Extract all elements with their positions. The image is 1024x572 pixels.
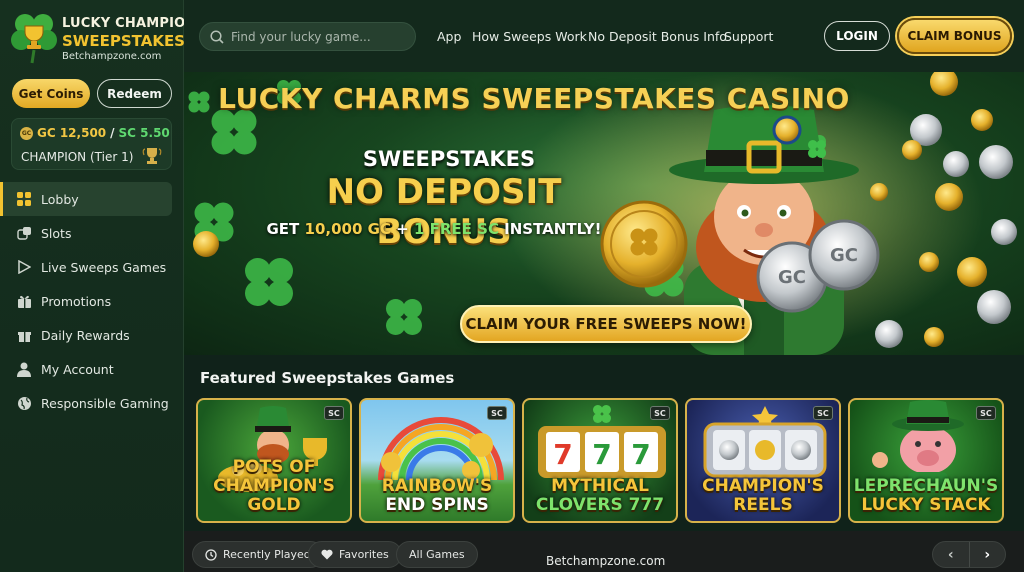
nav-link-how-sweeps-work[interactable]: How Sweeps Work <box>472 29 587 44</box>
sc-balance: SC 5.50 <box>118 126 170 140</box>
claim-bonus-button[interactable]: CLAIM BONUS <box>897 18 1012 54</box>
sidebar-nav: Lobby Slots Live Sweeps Games Promotions… <box>0 182 184 420</box>
redeem-button[interactable]: Redeem <box>97 79 172 108</box>
sidebar-item-my-account[interactable]: My Account <box>0 352 184 386</box>
chevron-right-icon[interactable]: › <box>968 542 1006 567</box>
brand-subname: SWEEPSTAKES <box>62 32 185 50</box>
coin-label: GC <box>778 267 806 288</box>
clover-trophy-logo <box>10 10 58 64</box>
brand-domain: Betchampzone.com <box>62 51 162 62</box>
game-card-leprechauns-lucky-stack[interactable]: SC LEPRECHAUN'S LUCKY STACK <box>848 398 1004 523</box>
sidebar-item-responsible-gaming[interactable]: Responsible Gaming <box>0 386 184 420</box>
brand[interactable]: LUCKY CHAMPION SWEEPSTAKES Betchampzone.… <box>10 10 196 64</box>
sc-badge: SC <box>324 406 344 420</box>
game-title: POTS OF CHAMPION'S GOLD <box>213 457 335 515</box>
game-title: CHAMPION'S REELS <box>702 476 824 515</box>
claim-free-sweeps-button[interactable]: CLAIM YOUR FREE SWEEPS NOW! <box>460 305 752 343</box>
hero-headline: NO DEPOSIT BONUS <box>326 172 562 252</box>
balance-card: GC GC 12,500 / SC 5.50 CHAMPION (Tier 1) <box>11 118 172 170</box>
gc-coin-icon: GC <box>20 126 33 140</box>
carousel-pager: ‹ › <box>932 541 1006 568</box>
game-card-champions-reels[interactable]: SC CHAMPION'S REELS <box>685 398 841 523</box>
gc-balance: GC 12,500 <box>37 126 107 140</box>
sidebar: LUCKY CHAMPION SWEEPSTAKES Betchampzone.… <box>0 0 196 572</box>
gift-icon <box>16 293 32 309</box>
svg-text:7: 7 <box>592 438 611 471</box>
favorites-label: Favorites <box>339 548 389 561</box>
svg-text:7: 7 <box>631 438 650 471</box>
tier-label: CHAMPION (Tier 1) <box>21 150 134 164</box>
search-box[interactable] <box>199 22 416 51</box>
grid-icon <box>16 191 32 207</box>
sidebar-item-slots[interactable]: Slots <box>0 216 184 250</box>
sidebar-item-lobby[interactable]: Lobby <box>0 182 172 216</box>
dice-icon <box>16 225 32 241</box>
sidebar-item-label: Promotions <box>41 293 112 309</box>
nav-link-no-deposit-bonus-info[interactable]: No Deposit Bonus Info <box>588 29 727 44</box>
sidebar-item-label: Slots <box>41 225 72 241</box>
bottom-bar: Recently Played Favorites All Games Betc… <box>184 531 1024 572</box>
favorites-button[interactable]: Favorites <box>308 541 402 568</box>
clock-icon <box>205 548 217 561</box>
sidebar-item-label: Responsible Gaming <box>41 395 169 411</box>
game-title: RAINBOW'S END SPINS <box>381 476 493 515</box>
user-icon <box>16 361 32 377</box>
trophy-icon <box>141 145 163 167</box>
sidebar-item-live-sweeps-games[interactable]: Live Sweeps Games <box>0 250 184 284</box>
game-card-pots-of-champions-gold[interactable]: SC POTS OF CHAMPION'S GOLD <box>196 398 352 523</box>
sidebar-item-label: Daily Rewards <box>41 327 130 343</box>
sc-badge: SC <box>813 406 833 420</box>
sidebar-item-daily-rewards[interactable]: Daily Rewards <box>0 318 184 352</box>
nav-link-app[interactable]: App <box>437 29 461 44</box>
heart-icon <box>321 549 333 560</box>
sidebar-item-label: My Account <box>41 361 114 377</box>
sc-badge: SC <box>976 406 996 420</box>
login-button[interactable]: LOGIN <box>824 21 890 51</box>
featured-games-title: Featured Sweepstakes Games <box>200 369 455 387</box>
recently-played-label: Recently Played <box>223 548 311 561</box>
get-coins-button[interactable]: Get Coins <box>12 79 90 108</box>
sidebar-item-label: Lobby <box>41 191 79 207</box>
hero-banner[interactable]: LUCKY CHARMS SWEEPSTAKES CASINO SWEEPSTA… <box>184 72 1024 355</box>
top-bar: App How Sweeps Work No Deposit Bonus Inf… <box>184 0 1024 72</box>
sc-badge: SC <box>650 406 670 420</box>
chevron-left-icon[interactable]: ‹ <box>933 542 969 567</box>
nav-link-support[interactable]: Support <box>724 29 773 44</box>
game-title: MYTHICAL CLOVERS 777 <box>535 476 665 515</box>
sidebar-item-label: Live Sweeps Games <box>41 259 167 275</box>
play-icon <box>16 259 32 275</box>
search-input[interactable] <box>231 29 401 44</box>
coin-label: GC <box>830 245 858 266</box>
hero-offer: GET 10,000 GC + 1 FREE SC INSTANTLY! <box>266 220 602 238</box>
all-games-button[interactable]: All Games <box>396 541 478 568</box>
recently-played-button[interactable]: Recently Played <box>192 541 324 568</box>
game-card-mythical-clovers-777[interactable]: 7 7 7 SC MYTHICAL CLOVERS 777 <box>522 398 678 523</box>
hero-title: LUCKY CHARMS SWEEPSTAKES CASINO <box>218 82 850 115</box>
footer-domain: Betchampzone.com <box>546 554 666 568</box>
svg-text:7: 7 <box>553 438 572 471</box>
featured-games-grid: SC POTS OF CHAMPION'S GOLD SC RAINBOW'S EN… <box>196 398 1012 523</box>
balance-separator: / <box>110 126 115 140</box>
brand-name: LUCKY CHAMPION <box>62 16 197 31</box>
game-title: LEPRECHAUN'S LUCKY STACK <box>853 476 999 515</box>
game-card-rainbows-end-spins[interactable]: SC RAINBOW'S END SPINS <box>359 398 515 523</box>
search-icon <box>210 29 224 44</box>
sidebar-item-promotions[interactable]: Promotions <box>0 284 184 318</box>
gift-box-icon <box>16 327 32 343</box>
globe-icon <box>16 395 32 411</box>
sc-badge: SC <box>487 406 507 420</box>
hero-subtitle: SWEEPSTAKES <box>362 147 536 171</box>
